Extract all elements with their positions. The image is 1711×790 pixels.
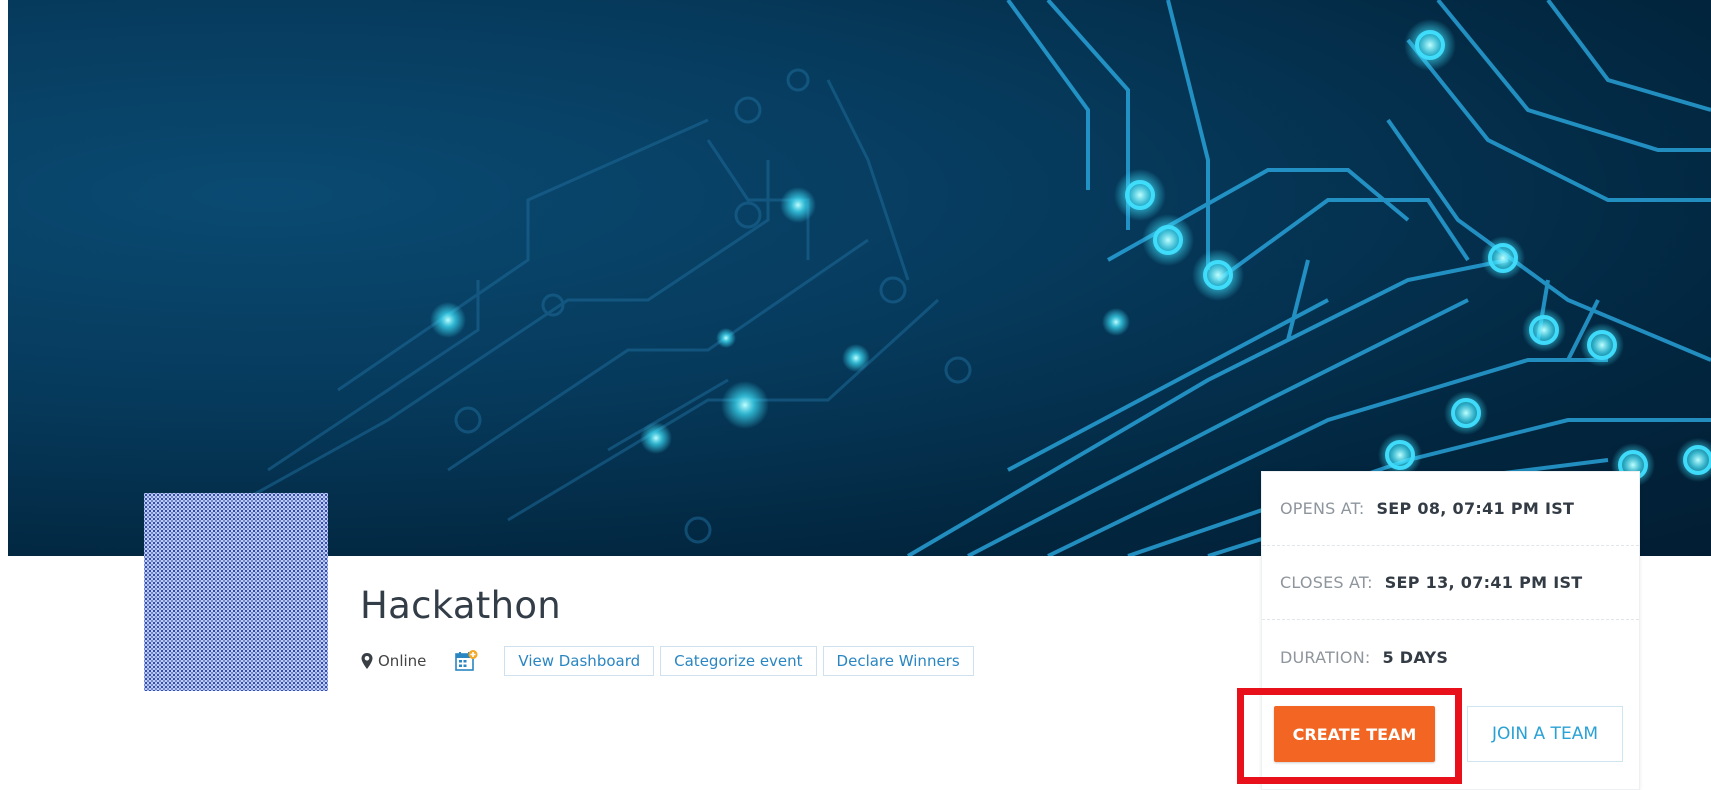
declare-winners-button[interactable]: Declare Winners xyxy=(822,646,974,676)
event-meta-row: Online View Dashboard Categorize event D… xyxy=(360,646,980,676)
event-logo-image xyxy=(144,493,328,691)
categorize-event-button[interactable]: Categorize event xyxy=(660,646,817,676)
duration-value: 5 DAYS xyxy=(1382,647,1449,667)
opens-at-label: OPENS AT: xyxy=(1280,499,1365,518)
calendar-add-icon[interactable] xyxy=(454,649,478,673)
location-label: Online xyxy=(378,652,427,670)
closes-at-value: SEP 13, 07:41 PM IST xyxy=(1384,573,1583,592)
closes-at-label: CLOSES AT: xyxy=(1280,573,1373,592)
opens-at-value: SEP 08, 07:41 PM IST xyxy=(1376,499,1575,518)
event-page: Hackathon Online View Dashboard Categori… xyxy=(0,0,1711,790)
duration-row: DURATION: 5 DAYS xyxy=(1262,620,1639,694)
event-location: Online xyxy=(360,652,426,670)
map-pin-icon xyxy=(361,653,373,669)
duration-label: DURATION: xyxy=(1280,647,1371,667)
event-title: Hackathon xyxy=(360,584,562,627)
join-team-button[interactable]: JOIN A TEAM xyxy=(1467,706,1623,762)
closes-at-row: CLOSES AT: SEP 13, 07:41 PM IST xyxy=(1262,546,1639,620)
view-dashboard-button[interactable]: View Dashboard xyxy=(504,646,655,676)
create-team-button[interactable]: CREATE TEAM xyxy=(1274,706,1435,762)
opens-at-row: OPENS AT: SEP 08, 07:41 PM IST xyxy=(1262,472,1639,546)
